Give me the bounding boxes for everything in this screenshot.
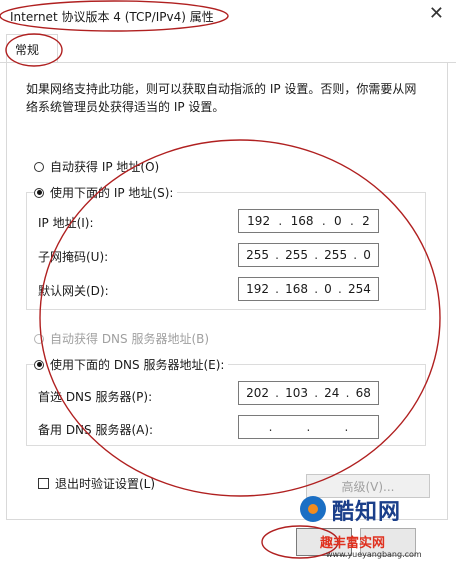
tab-general[interactable]: 常规 xyxy=(6,34,58,62)
preferred-dns-input[interactable]: 202. 103. 24. 68 xyxy=(238,381,379,405)
dns1-octet-3: 24 xyxy=(324,386,340,400)
tab-strip: 常规 xyxy=(0,32,456,63)
radio-manual-ip-label: 使用下面的 IP 地址(S): xyxy=(50,186,174,200)
watermark-logo: 酷知网 趣丰富实网 www.yueyangbang.com xyxy=(300,488,450,564)
title-bar: Internet 协议版本 4 (TCP/IPv4) 属性 ✕ xyxy=(0,0,456,30)
preferred-dns-label: 首选 DNS 服务器(P): xyxy=(38,390,153,404)
alternate-dns-label: 备用 DNS 服务器(A): xyxy=(38,423,154,437)
radio-auto-dns-label: 自动获得 DNS 服务器地址(B) xyxy=(50,332,210,346)
radio-auto-ip-circle[interactable] xyxy=(34,161,44,172)
radio-manual-ip-circle[interactable] xyxy=(34,187,44,198)
alternate-dns-input[interactable]: . . . xyxy=(238,415,379,439)
gw-octet-3: 0 xyxy=(324,282,332,296)
gateway-label: 默认网关(D): xyxy=(38,284,109,298)
dns1-octet-4: 68 xyxy=(355,386,371,400)
ip-octet-2: 168 xyxy=(290,214,314,228)
logo-icon xyxy=(300,496,326,522)
validate-label: 退出时验证设置(L) xyxy=(55,477,156,491)
radio-auto-dns-circle[interactable] xyxy=(34,333,44,344)
radio-auto-ip[interactable]: 自动获得 IP 地址(O) xyxy=(34,158,159,175)
logo-url: www.yueyangbang.com xyxy=(326,550,422,559)
description-text: 如果网络支持此功能，则可以获取自动指派的 IP 设置。否则，你需要从网络系统管理… xyxy=(26,82,417,114)
radio-auto-ip-label: 自动获得 IP 地址(O) xyxy=(50,160,160,174)
mask-octet-1: 255 xyxy=(246,248,269,262)
gw-octet-1: 192 xyxy=(246,282,269,296)
close-icon[interactable]: ✕ xyxy=(429,4,444,24)
logo-slogan: 趣丰富实网 xyxy=(320,536,386,551)
radio-manual-dns-label: 使用下面的 DNS 服务器地址(E): xyxy=(50,358,225,372)
radio-auto-dns[interactable]: 自动获得 DNS 服务器地址(B) xyxy=(34,330,209,347)
subnet-mask-input[interactable]: 255. 255. 255. 0 xyxy=(238,243,379,267)
radio-manual-ip[interactable]: 使用下面的 IP 地址(S): xyxy=(34,184,178,201)
dns1-octet-1: 202 xyxy=(246,386,269,400)
ip-octet-4: 2 xyxy=(362,214,370,228)
gw-octet-4: 254 xyxy=(347,282,371,296)
mask-octet-3: 255 xyxy=(324,248,348,262)
dns1-octet-2: 103 xyxy=(285,386,309,400)
mask-octet-2: 255 xyxy=(285,248,309,262)
logo-brand: 酷知网 xyxy=(332,500,402,525)
validate-checkbox[interactable] xyxy=(38,478,49,489)
subnet-mask-label: 子网掩码(U): xyxy=(38,250,109,264)
ip-octet-3: 0 xyxy=(334,214,342,228)
window-title: Internet 协议版本 4 (TCP/IPv4) 属性 xyxy=(10,10,214,24)
gateway-input[interactable]: 192. 168. 0. 254 xyxy=(238,277,379,301)
radio-manual-dns[interactable]: 使用下面的 DNS 服务器地址(E): xyxy=(34,356,229,373)
gw-octet-2: 168 xyxy=(285,282,309,296)
radio-manual-dns-circle[interactable] xyxy=(34,359,44,370)
ip-address-label: IP 地址(I): xyxy=(38,216,94,230)
ip-address-input[interactable]: 192. 168. 0. 2 xyxy=(238,209,379,233)
validate-checkbox-row[interactable]: 退出时验证设置(L) xyxy=(38,475,155,492)
ip-octet-1: 192 xyxy=(247,214,271,228)
mask-octet-4: 0 xyxy=(363,248,371,262)
